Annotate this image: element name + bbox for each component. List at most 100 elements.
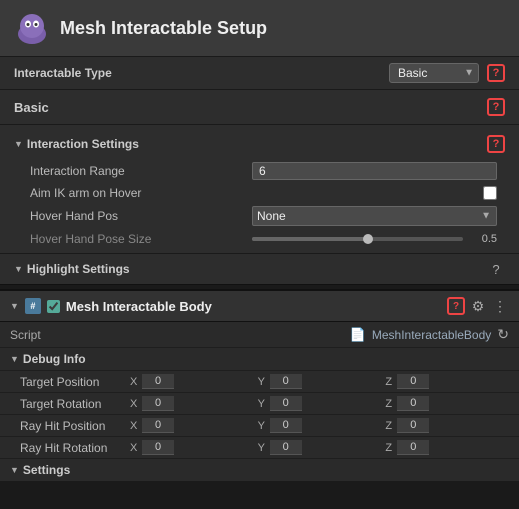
z-axis-label-2: Z xyxy=(385,398,395,410)
script-value: 📄 MeshInteractableBody ↻ xyxy=(350,326,509,343)
body-header: ▼ # Mesh Interactable Body ? ⚙ ⋮ xyxy=(0,291,519,322)
ray-hit-position-y-input[interactable] xyxy=(270,418,302,433)
target-position-label: Target Position xyxy=(20,375,130,389)
interactable-type-row: Interactable Type Basic Advanced ▼ ? xyxy=(0,56,519,89)
x-axis-label-2: X xyxy=(130,398,140,410)
logo-icon xyxy=(14,10,50,46)
header-row: Mesh Interactable Setup xyxy=(0,0,519,56)
target-rotation-y-input[interactable] xyxy=(270,396,302,411)
script-refresh-icon[interactable]: ↻ xyxy=(497,326,509,343)
basic-help-button[interactable]: ? xyxy=(487,98,505,116)
highlight-help-icon: ? xyxy=(487,260,505,278)
slider-container: 0.5 xyxy=(252,233,497,245)
ray-hit-rotation-y-field: Y xyxy=(258,440,382,455)
settings-triangle-icon: ▼ xyxy=(10,465,19,475)
body-help-button[interactable]: ? xyxy=(447,297,465,315)
z-axis-label-4: Z xyxy=(385,442,395,454)
ray-hit-rotation-y-input[interactable] xyxy=(270,440,302,455)
body-settings-button[interactable]: ⚙ xyxy=(469,297,487,315)
type-dropdown[interactable]: Basic Advanced xyxy=(389,63,479,83)
body-icon-box: # xyxy=(25,298,41,314)
interaction-settings-title: ▼ Interaction Settings xyxy=(14,137,139,151)
type-right: Basic Advanced ▼ ? xyxy=(389,63,505,83)
target-rotation-x-input[interactable] xyxy=(142,396,174,411)
aim-ik-row: Aim IK arm on Hover xyxy=(14,183,505,203)
basic-section-row: Basic ? xyxy=(0,89,519,124)
triangle-icon: ▼ xyxy=(14,139,23,149)
ray-hit-rotation-z-input[interactable] xyxy=(397,440,429,455)
script-file-icon: 📄 xyxy=(350,327,366,343)
target-position-y-input[interactable] xyxy=(270,374,302,389)
ray-hit-rotation-x-input[interactable] xyxy=(142,440,174,455)
slider-thumb[interactable] xyxy=(363,234,373,244)
ray-hit-position-fields: X Y Z xyxy=(130,418,509,433)
ray-hit-rotation-label: Ray Hit Rotation xyxy=(20,441,130,455)
body-actions: ? ⚙ ⋮ xyxy=(447,297,509,315)
target-rotation-row: Target Rotation X Y Z xyxy=(0,393,519,415)
ray-hit-position-y-field: Y xyxy=(258,418,382,433)
hover-hand-pos-row: Hover Hand Pos None ▼ xyxy=(14,203,505,229)
settings-footer: ▼ Settings xyxy=(0,459,519,481)
z-axis-label: Z xyxy=(385,376,395,388)
target-position-row: Target Position X Y Z xyxy=(0,371,519,393)
target-position-x-field: X xyxy=(130,374,254,389)
target-rotation-label: Target Rotation xyxy=(20,397,130,411)
body-title: Mesh Interactable Body xyxy=(66,299,441,314)
body-menu-button[interactable]: ⋮ xyxy=(491,297,509,315)
interactable-type-label: Interactable Type xyxy=(14,66,112,80)
hover-hand-pose-size-label: Hover Hand Pose Size xyxy=(30,232,151,246)
debug-info-header: ▼ Debug Info xyxy=(0,348,519,371)
target-rotation-x-field: X xyxy=(130,396,254,411)
body-active-checkbox[interactable] xyxy=(47,300,60,313)
interaction-settings-help-button[interactable]: ? xyxy=(487,135,505,153)
highlight-settings-row: ▼ Highlight Settings ? xyxy=(0,253,519,284)
interaction-range-label: Interaction Range xyxy=(30,164,125,178)
highlight-settings-title: ▼ Highlight Settings xyxy=(14,262,130,276)
script-row: Script 📄 MeshInteractableBody ↻ xyxy=(0,322,519,348)
hover-hand-pos-label: Hover Hand Pos xyxy=(30,209,118,223)
interaction-range-row: Interaction Range xyxy=(14,159,505,183)
basic-section-label: Basic xyxy=(14,100,49,115)
x-axis-label-4: X xyxy=(130,442,140,454)
ray-hit-rotation-x-field: X xyxy=(130,440,254,455)
debug-triangle-icon: ▼ xyxy=(10,354,19,364)
y-axis-label: Y xyxy=(258,376,268,388)
ray-hit-position-z-input[interactable] xyxy=(397,418,429,433)
y-axis-label-3: Y xyxy=(258,420,268,432)
ray-hit-position-label: Ray Hit Position xyxy=(20,419,130,433)
target-position-z-input[interactable] xyxy=(397,374,429,389)
target-position-x-input[interactable] xyxy=(142,374,174,389)
target-rotation-z-input[interactable] xyxy=(397,396,429,411)
aim-ik-checkbox[interactable] xyxy=(483,186,497,200)
interactable-type-help-button[interactable]: ? xyxy=(487,64,505,82)
interaction-settings-header: ▼ Interaction Settings ? xyxy=(14,129,505,159)
target-rotation-y-field: Y xyxy=(258,396,382,411)
hover-hand-pose-size-row: Hover Hand Pose Size 0.5 xyxy=(14,229,505,249)
interaction-settings-subsection: ▼ Interaction Settings ? Interaction Ran… xyxy=(0,124,519,253)
hover-hand-pos-wrapper[interactable]: None ▼ xyxy=(252,206,497,226)
top-panel: Mesh Interactable Setup Interactable Typ… xyxy=(0,0,519,285)
target-position-z-field: Z xyxy=(385,374,509,389)
ray-hit-position-x-input[interactable] xyxy=(142,418,174,433)
ray-hit-rotation-z-field: Z xyxy=(385,440,509,455)
bottom-panel: ▼ # Mesh Interactable Body ? ⚙ ⋮ Script … xyxy=(0,289,519,481)
z-axis-label-3: Z xyxy=(385,420,395,432)
target-rotation-z-field: Z xyxy=(385,396,509,411)
type-dropdown-wrapper[interactable]: Basic Advanced ▼ xyxy=(389,63,479,83)
target-position-y-field: Y xyxy=(258,374,382,389)
highlight-triangle-icon: ▼ xyxy=(14,264,23,274)
target-position-fields: X Y Z xyxy=(130,374,509,389)
ray-hit-rotation-row: Ray Hit Rotation X Y Z xyxy=(0,437,519,459)
x-axis-label-3: X xyxy=(130,420,140,432)
interaction-range-input[interactable] xyxy=(252,162,497,180)
slider-fill xyxy=(252,237,368,241)
slider-track xyxy=(252,237,463,241)
hover-hand-pos-select[interactable]: None xyxy=(252,206,497,226)
ray-hit-position-row: Ray Hit Position X Y Z xyxy=(0,415,519,437)
slider-value: 0.5 xyxy=(469,233,497,245)
script-name: MeshInteractableBody xyxy=(372,328,491,342)
ray-hit-position-z-field: Z xyxy=(385,418,509,433)
header-title: Mesh Interactable Setup xyxy=(60,18,267,39)
y-axis-label-4: Y xyxy=(258,442,268,454)
ray-hit-rotation-fields: X Y Z xyxy=(130,440,509,455)
